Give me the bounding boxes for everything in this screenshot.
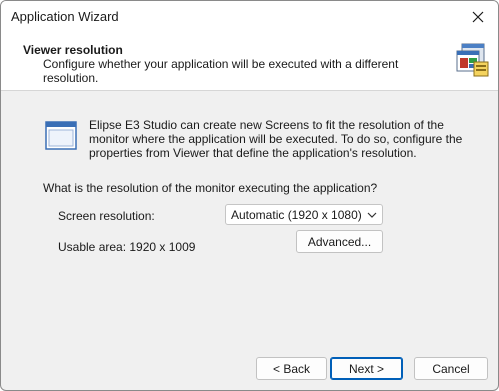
application-window-icon: [45, 121, 77, 150]
wizard-window: Application Wizard Viewer resolution Con…: [0, 0, 499, 391]
close-button[interactable]: [458, 1, 498, 32]
screen-resolution-value: Automatic (1920 x 1080): [231, 208, 362, 222]
chevron-down-icon: [367, 212, 377, 218]
window-title: Application Wizard: [11, 9, 119, 24]
intro-text: Elipse E3 Studio can create new Screens …: [89, 118, 463, 160]
screen-resolution-select[interactable]: Automatic (1920 x 1080): [225, 204, 383, 225]
cancel-button[interactable]: Cancel: [414, 357, 488, 380]
resolution-question: What is the resolution of the monitor ex…: [43, 181, 378, 195]
advanced-button[interactable]: Advanced...: [296, 230, 383, 253]
close-icon: [472, 11, 484, 22]
title-bar[interactable]: Application Wizard: [1, 1, 498, 32]
page-title: Viewer resolution: [23, 43, 123, 57]
wizard-screens-icon: [456, 43, 489, 77]
back-button[interactable]: < Back: [256, 357, 327, 380]
next-button[interactable]: Next >: [330, 357, 403, 380]
screen-resolution-label: Screen resolution:: [58, 209, 155, 223]
usable-area-text: Usable area: 1920 x 1009: [58, 240, 196, 254]
page-description: Configure whether your application will …: [43, 57, 399, 85]
wizard-header: Viewer resolution Configure whether your…: [1, 32, 498, 91]
